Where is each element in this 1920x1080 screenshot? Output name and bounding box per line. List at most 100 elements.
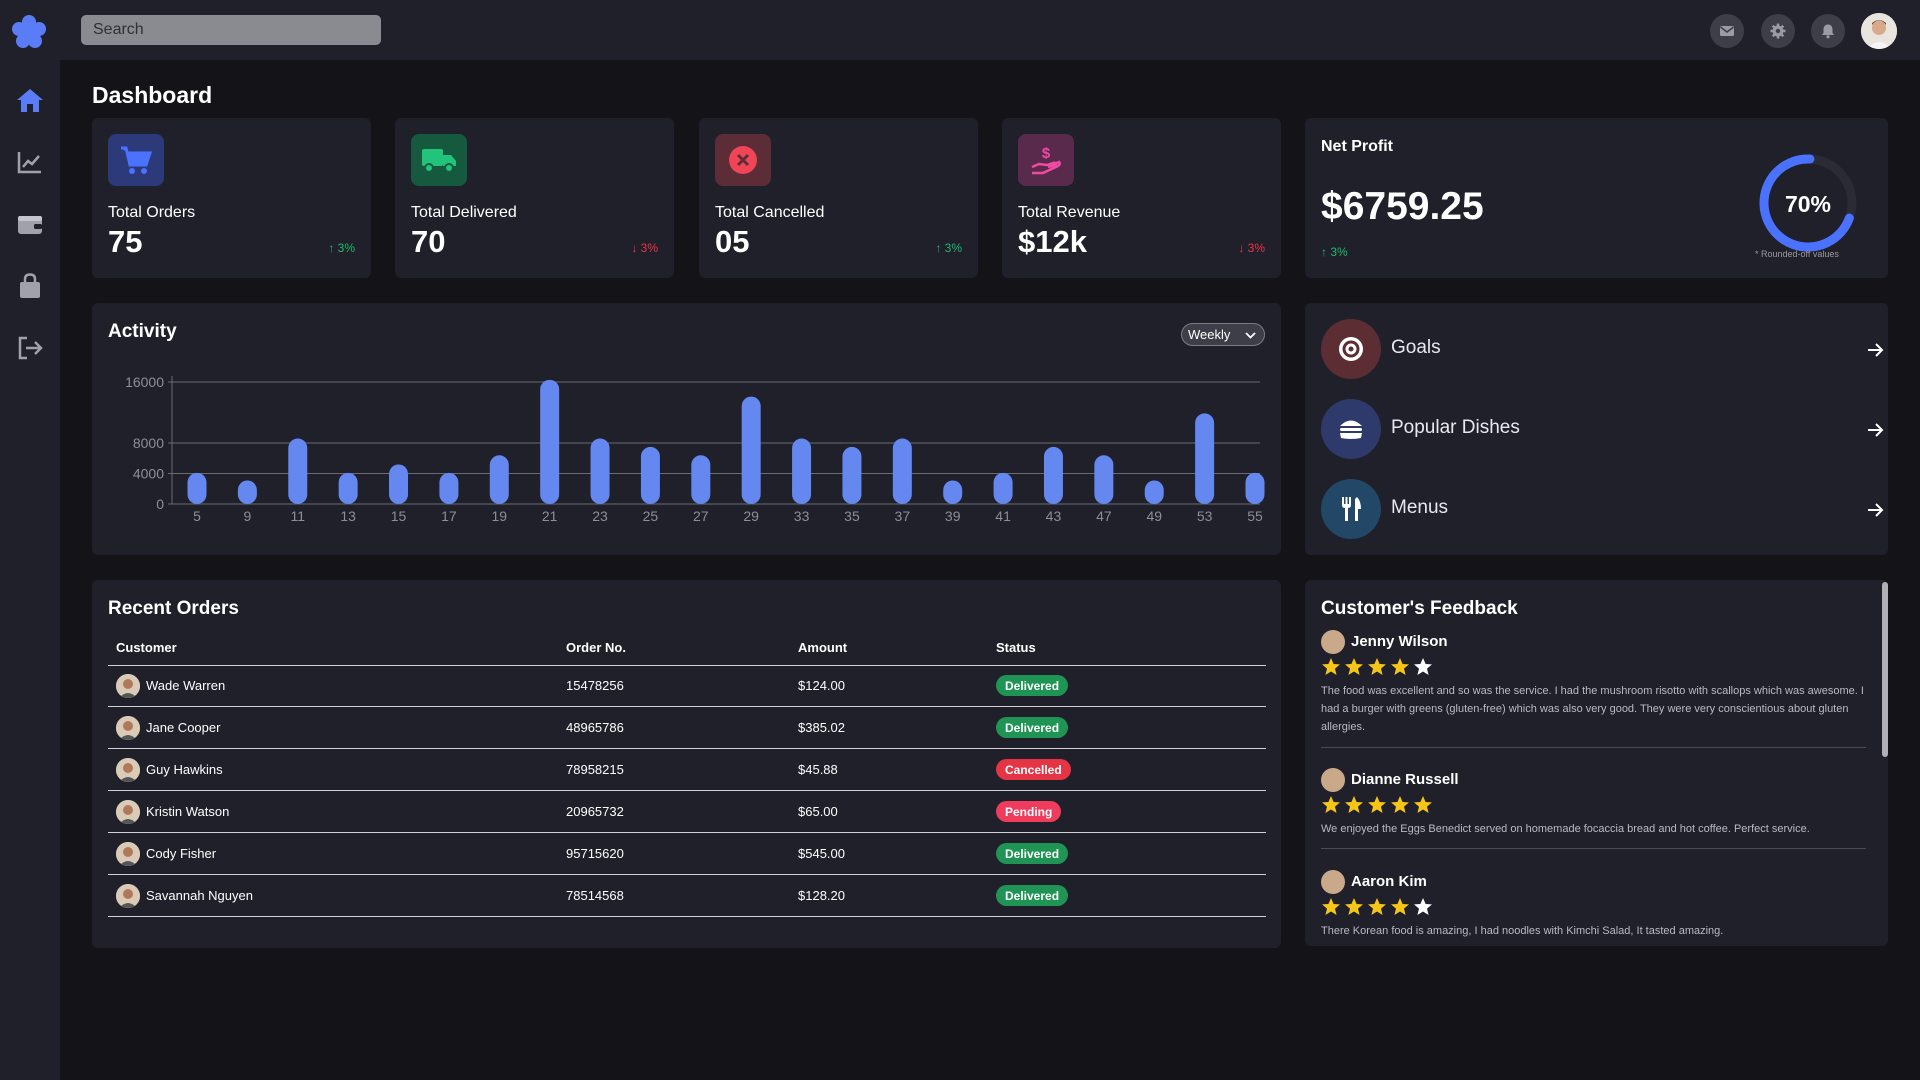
rounded-note: * Rounded-off values	[1755, 249, 1839, 259]
activity-bar[interactable]	[288, 438, 308, 504]
table-row[interactable]: Savannah Nguyen 78514568 $128.20 Deliver…	[92, 875, 1281, 917]
star-filled-icon	[1391, 796, 1409, 813]
search-input[interactable]	[81, 15, 381, 45]
activity-bar[interactable]	[1245, 472, 1265, 504]
x-tick-label: 17	[441, 508, 457, 524]
table-row[interactable]: Jane Cooper 48965786 $385.02 Delivered	[92, 707, 1281, 749]
x-tick-label: 33	[794, 508, 810, 524]
sidebar-item-logout[interactable]	[14, 332, 46, 364]
activity-bar[interactable]	[1144, 480, 1164, 504]
activity-bar[interactable]	[489, 455, 509, 504]
order-number: 20965732	[566, 804, 624, 819]
order-number: 15478256	[566, 678, 624, 693]
mail-button[interactable]	[1710, 14, 1744, 48]
reviewer-avatar	[1321, 870, 1345, 894]
customer-name: Savannah Nguyen	[146, 888, 253, 903]
activity-bar[interactable]	[1195, 413, 1215, 504]
star-filled-icon	[1368, 898, 1386, 915]
activity-bar[interactable]	[1094, 455, 1114, 504]
arrow-up-icon: ↑	[935, 241, 942, 255]
activity-bar[interactable]	[842, 446, 862, 504]
customer-name: Guy Hawkins	[146, 762, 223, 777]
activity-bar[interactable]	[1043, 446, 1063, 504]
x-tick-label: 35	[844, 508, 860, 524]
settings-button[interactable]	[1761, 14, 1795, 48]
activity-bar[interactable]	[540, 379, 560, 504]
status-badge: Delivered	[996, 843, 1069, 864]
order-number: 78958215	[566, 762, 624, 777]
activity-bar[interactable]	[590, 438, 610, 504]
activity-bar[interactable]	[338, 472, 358, 504]
top-bar	[0, 0, 1920, 60]
activity-bar[interactable]	[792, 438, 812, 504]
activity-bar[interactable]	[439, 472, 459, 504]
table-row[interactable]: Wade Warren 15478256 $124.00 Delivered	[92, 665, 1281, 707]
popular-dishes-link[interactable]: Popular Dishes	[1321, 399, 1884, 461]
menus-label: Menus	[1391, 497, 1449, 518]
column-header-amount: Amount	[798, 640, 848, 655]
stat-label: Total Orders	[108, 204, 196, 221]
sidebar-item-analytics[interactable]	[14, 146, 46, 178]
y-tick-label: 8000	[133, 435, 164, 451]
column-header-customer: Customer	[116, 640, 177, 655]
stat-card-total-orders: Total Orders 75 ↑ 3%	[92, 118, 371, 278]
activity-bar[interactable]	[691, 455, 711, 504]
reviewer-name: Jenny Wilson	[1351, 633, 1448, 650]
review-text: There Korean food is amazing, I had nood…	[1321, 925, 1724, 937]
activity-bar-chart: 0 4000 8000 16000 5 9 11 13 15 17 19 21 23 25 27 29 33 35…	[125, 374, 1265, 524]
table-row[interactable]: Guy Hawkins 78958215 $45.88 Cancelled	[92, 749, 1281, 791]
net-profit-label: Net Profit	[1321, 138, 1393, 155]
x-tick-label: 39	[945, 508, 961, 524]
order-amount: $385.02	[798, 720, 845, 735]
flower-logo-icon[interactable]	[10, 13, 48, 51]
activity-bar[interactable]	[892, 438, 912, 504]
stat-value: 75	[108, 224, 143, 259]
status-badge: Cancelled	[996, 759, 1071, 780]
user-avatar[interactable]	[1861, 13, 1897, 49]
stat-change-value: 3%	[337, 241, 355, 255]
popular-dishes-label: Popular Dishes	[1391, 417, 1520, 438]
table-row[interactable]: Kristin Watson 20965732 $65.00 Pending	[92, 791, 1281, 833]
activity-bar[interactable]	[943, 480, 963, 504]
feedback-scrollbar[interactable]	[1882, 582, 1888, 757]
activity-bar[interactable]	[237, 480, 257, 504]
net-profit-value: $6759.25	[1321, 185, 1484, 228]
stat-label: Total Cancelled	[715, 204, 825, 221]
activity-bar[interactable]	[741, 396, 761, 504]
goals-link[interactable]: Goals	[1321, 319, 1884, 381]
activity-bar[interactable]	[640, 446, 660, 504]
table-row[interactable]: Cody Fisher 95715620 $545.00 Delivered	[92, 833, 1281, 875]
notifications-button[interactable]	[1811, 14, 1845, 48]
x-tick-label: 29	[743, 508, 759, 524]
column-header-status: Status	[996, 640, 1036, 655]
x-tick-label: 21	[542, 508, 558, 524]
x-tick-label: 43	[1046, 508, 1062, 524]
page-title: Dashboard	[92, 82, 213, 108]
stat-change-value: 3%	[944, 241, 962, 255]
arrow-up-icon: ↑	[328, 241, 335, 255]
stat-change: ↓ 3%	[631, 241, 658, 255]
stat-change: ↓ 3%	[1238, 241, 1265, 255]
x-tick-label: 5	[193, 508, 201, 524]
stat-change: ↑ 3%	[328, 241, 355, 255]
stat-label: Total Delivered	[411, 204, 517, 221]
feedback-title: Customer's Feedback	[1321, 598, 1518, 619]
review-text: The food was excellent and so was the se…	[1321, 685, 1864, 733]
status-badge: Delivered	[996, 675, 1069, 696]
menus-link[interactable]: Menus	[1321, 479, 1884, 541]
arrow-right-icon	[1868, 503, 1884, 517]
sidebar-item-wallet[interactable]	[14, 208, 46, 240]
rating-stars	[1321, 657, 1433, 677]
customer-avatar	[116, 842, 140, 866]
activity-bar[interactable]	[187, 472, 207, 504]
sidebar-item-orders[interactable]	[14, 270, 46, 302]
svg-text:$: $	[1042, 145, 1051, 162]
star-filled-icon	[1322, 658, 1340, 675]
customer-avatar	[116, 674, 140, 698]
status-badge: Delivered	[996, 717, 1069, 738]
activity-bar[interactable]	[389, 464, 409, 504]
x-tick-label: 37	[895, 508, 911, 524]
sidebar-item-home[interactable]	[14, 84, 46, 116]
reviewer-name: Dianne Russell	[1351, 771, 1459, 788]
activity-bar[interactable]	[993, 472, 1013, 504]
